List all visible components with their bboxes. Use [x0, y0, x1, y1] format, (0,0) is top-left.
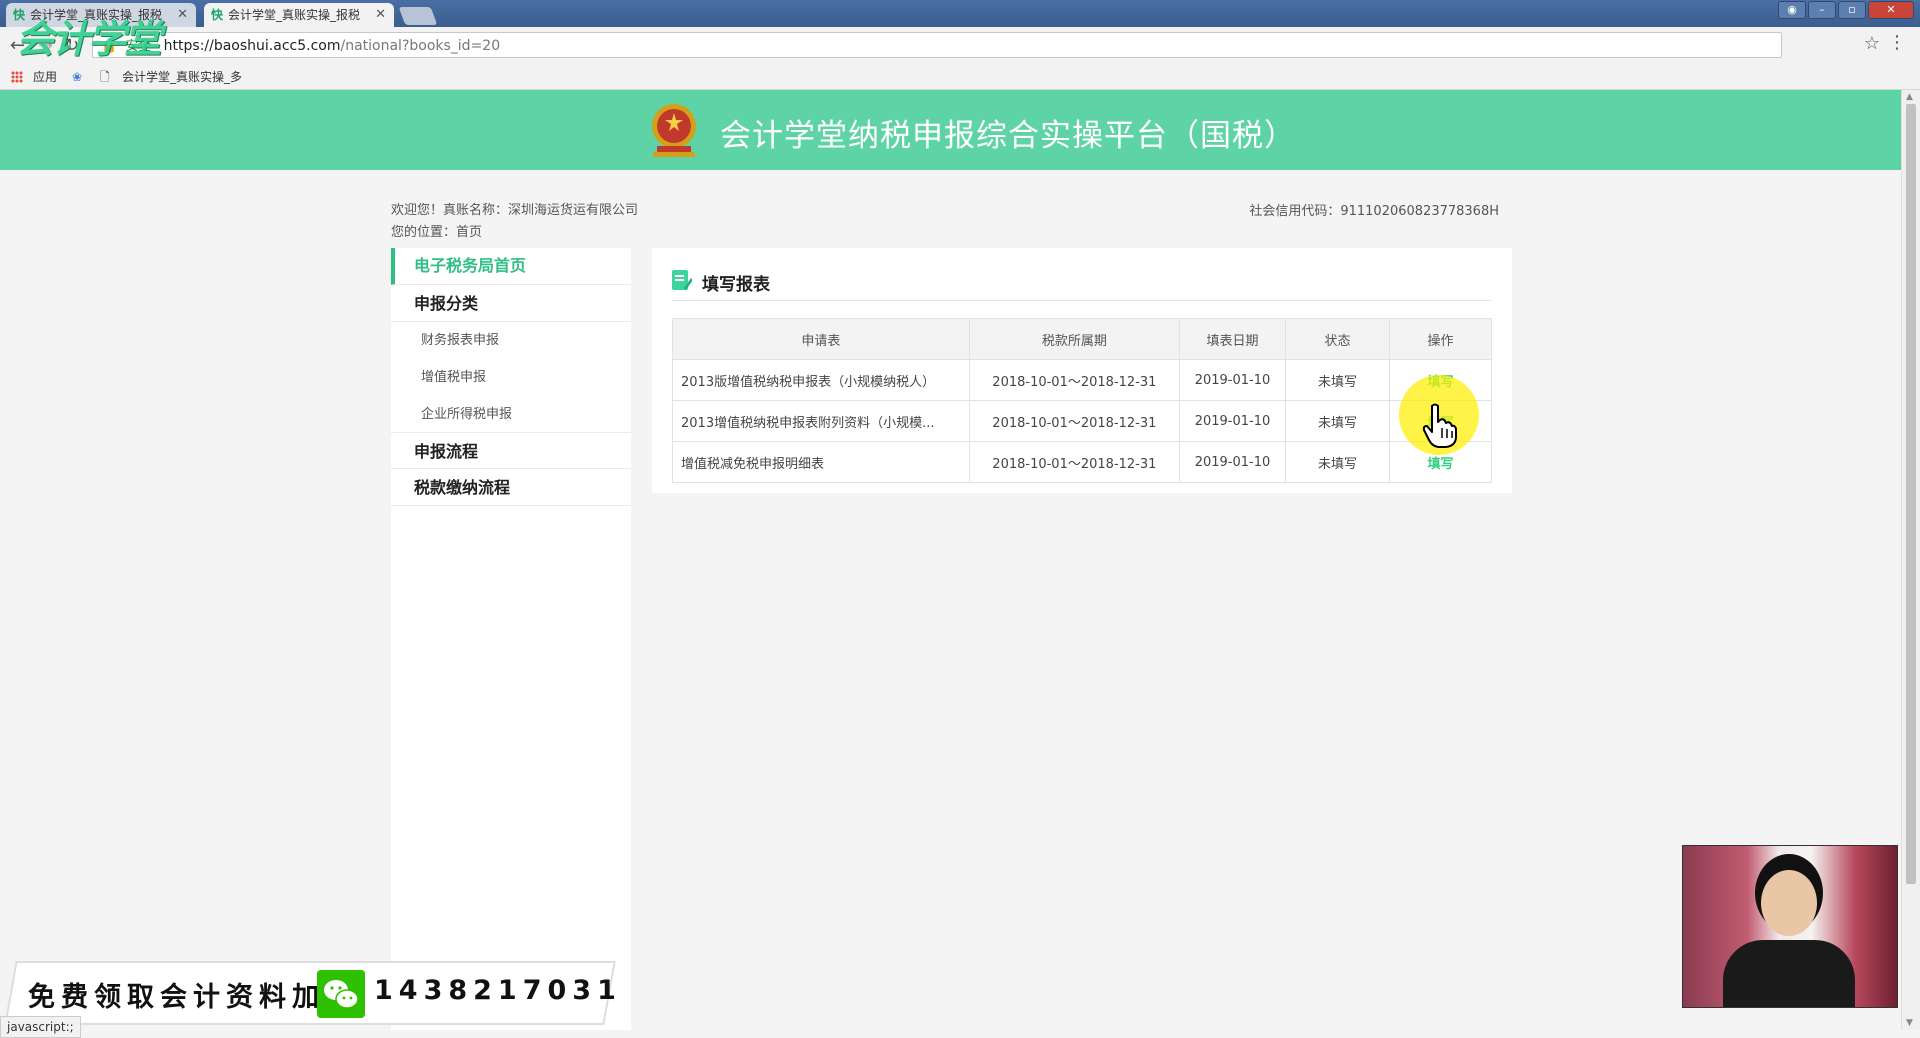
column-header: 税款所属期	[968, 318, 1180, 360]
presenter-body	[1723, 940, 1855, 1007]
presenter-video	[1682, 845, 1898, 1008]
tab-active[interactable]: 快 会计学堂_真账实操_报税 ✕	[204, 3, 394, 27]
brand-logo-watermark: 会计学堂	[16, 17, 162, 61]
tab-favicon: 快	[211, 8, 224, 22]
fill-date: 2019-01-10	[1178, 359, 1287, 401]
bookmark-apps[interactable]: 应用	[33, 65, 57, 89]
browser-titlebar: 快 会计学堂_真账实操_报税 ✕ 快 会计学堂_真账实操_报税 ✕ ◉ – ▫ …	[0, 0, 1920, 27]
page: 会计学堂纳税申报综合实操平台（国税） 欢迎您！真账名称：深圳海运货运有限公司 您…	[0, 90, 1902, 1030]
column-header: 状态	[1285, 318, 1390, 360]
scroll-up-icon[interactable]: ▲	[1906, 92, 1913, 102]
promo-phone: 1438217031	[374, 975, 622, 1006]
tax-period: 2018-10-01～2018-12-31	[968, 400, 1180, 442]
section-title: 填写报表	[702, 275, 770, 295]
window-close-icon[interactable]: ✕	[1868, 1, 1914, 19]
fill-date: 2019-01-10	[1178, 400, 1287, 442]
close-icon[interactable]: ✕	[177, 3, 188, 27]
url-path: /national?books_id=20	[340, 38, 501, 54]
sidebar: 电子税务局首页 申报分类 财务报表申报 增值税申报 企业所得税申报 申报流程 税…	[391, 248, 631, 1030]
window-controls: ◉ – ▫ ✕	[1778, 1, 1914, 19]
credit-code: 社会信用代码：911102060823778368H	[1249, 204, 1499, 219]
report-name: 2013版增值税纳税申报表（小规模纳税人）	[672, 359, 970, 401]
tax-period: 2018-10-01～2018-12-31	[968, 441, 1180, 483]
sidebar-item-etax-home[interactable]: 电子税务局首页	[391, 248, 631, 285]
wechat-icon	[317, 970, 365, 1018]
tab-title: 会计学堂_真账实操_报税	[228, 8, 361, 22]
panel-header: 填写报表	[672, 260, 1492, 301]
apps-icon[interactable]	[11, 71, 23, 83]
baidu-icon[interactable]: ❀	[72, 65, 82, 89]
browser-toolbar: ← → ↻ 🔒 安全 https://baoshui.acc5.com/natio…	[0, 27, 1920, 65]
table-header-row: 申请表 税款所属期 填表日期 状态 操作	[672, 318, 1493, 360]
report-table: 申请表 税款所属期 填表日期 状态 操作 2013版增值税纳税申报表（小规模纳税…	[672, 318, 1493, 483]
sidebar-item-tax-payment-process[interactable]: 税款缴纳流程	[391, 469, 631, 506]
sidebar-item-financial-report[interactable]: 财务报表申报	[391, 322, 631, 359]
column-header: 操作	[1388, 318, 1493, 360]
page-icon: 🗋	[100, 70, 110, 84]
url-host: https://baoshui.acc5.com	[163, 38, 341, 54]
bookmark-item[interactable]: 会计学堂_真账实操_多	[122, 65, 242, 89]
address-bar[interactable]: 🔒 安全 https://baoshui.acc5.com/national?bo…	[92, 32, 1782, 58]
edit-form-icon	[672, 270, 692, 290]
table-row: 2013增值税纳税申报表附列资料（小规模... 2018-10-01～2018-…	[672, 400, 1493, 442]
header-banner: 会计学堂纳税申报综合实操平台（国税）	[0, 90, 1902, 170]
status-url: javascript:;	[0, 1016, 81, 1038]
status: 未填写	[1285, 359, 1390, 401]
fill-date: 2019-01-10	[1178, 441, 1287, 483]
page-title: 会计学堂纳税申报综合实操平台（国税）	[720, 118, 1296, 154]
sidebar-item-corporate-income-tax[interactable]: 企业所得税申报	[391, 396, 631, 433]
vertical-scrollbar[interactable]: ▲ ▼	[1901, 90, 1920, 1030]
maximize-icon[interactable]: ▫	[1838, 1, 1866, 19]
report-name: 2013增值税纳税申报表附列资料（小规模...	[672, 400, 970, 442]
user-icon[interactable]: ◉	[1778, 1, 1806, 19]
report-panel: 填写报表 申请表 税款所属期 填表日期 状态 操作 2013版增值税纳税申报表（…	[652, 248, 1512, 493]
menu-icon[interactable]: ⋮	[1888, 32, 1906, 53]
bookmarks-bar: 应用 ❀ 🗋 会计学堂_真账实操_多	[0, 65, 1920, 90]
status: 未填写	[1285, 441, 1390, 483]
scroll-down-icon[interactable]: ▼	[1906, 1018, 1913, 1028]
national-emblem-icon	[652, 104, 696, 157]
table-row: 增值税减免税申报明细表 2018-10-01～2018-12-31 2019-0…	[672, 441, 1493, 483]
column-header: 填表日期	[1178, 318, 1287, 360]
table-row: 2013版增值税纳税申报表（小规模纳税人） 2018-10-01～2018-12…	[672, 359, 1493, 401]
sidebar-item-vat[interactable]: 增值税申报	[391, 359, 631, 396]
status: 未填写	[1285, 400, 1390, 442]
column-header: 申请表	[672, 318, 970, 360]
tax-period: 2018-10-01～2018-12-31	[968, 359, 1180, 401]
new-tab-button[interactable]	[398, 7, 438, 25]
sidebar-item-declaration-category[interactable]: 申报分类	[391, 285, 631, 322]
breadcrumb: 您的位置：首页	[391, 225, 483, 240]
minimize-icon[interactable]: –	[1808, 1, 1836, 19]
presenter-head	[1761, 870, 1817, 936]
report-name: 增值税减免税申报明细表	[672, 441, 970, 483]
welcome-text: 欢迎您！真账名称：深圳海运货运有限公司	[391, 203, 639, 218]
account-info: 欢迎您！真账名称：深圳海运货运有限公司 您的位置：首页	[391, 200, 638, 244]
close-icon[interactable]: ✕	[375, 3, 386, 27]
hand-pointer-icon	[1422, 403, 1457, 448]
promo-text: 免费领取会计资料加	[28, 982, 325, 1013]
star-icon[interactable]: ☆	[1864, 33, 1880, 54]
sidebar-item-declaration-process[interactable]: 申报流程	[391, 432, 631, 469]
scrollbar-thumb[interactable]	[1906, 104, 1916, 884]
